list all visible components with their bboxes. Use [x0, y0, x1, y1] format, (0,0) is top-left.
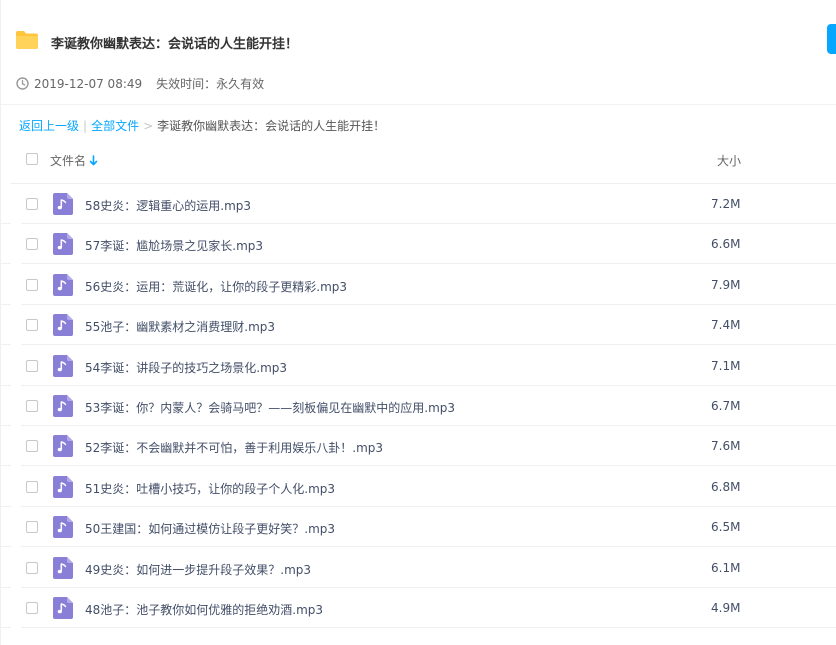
file-row[interactable]: 48池子：池子教你如何优雅的拒绝劝酒.mp3 4.9M — [1, 588, 836, 628]
breadcrumb-separator: | — [83, 118, 88, 133]
file-size: 7.2M — [711, 197, 741, 211]
audio-file-icon — [53, 354, 73, 377]
save-to-netdisk-button[interactable] — [827, 24, 836, 54]
file-name[interactable]: 52李诞：不会幽默并不可怕，善于利用娱乐八卦！.mp3 — [85, 439, 383, 456]
share-meta: 2019-12-07 08:49 失效时间：永久有效 — [16, 75, 264, 92]
file-name[interactable]: 54李诞：讲段子的技巧之场景化.mp3 — [85, 359, 287, 376]
file-size: 7.4M — [711, 318, 741, 333]
file-name[interactable]: 58史炎：逻辑重心的运用.mp3 — [85, 197, 251, 214]
file-checkbox[interactable] — [26, 521, 38, 534]
file-size: 6.1M — [711, 560, 741, 575]
file-checkbox[interactable] — [26, 480, 38, 493]
file-row[interactable]: 54李诞：讲段子的技巧之场景化.mp3 7.1M — [1, 346, 836, 386]
audio-file-icon — [53, 273, 73, 296]
file-size: 7.9M — [711, 277, 741, 292]
share-header: 李诞教你幽默表达：会说话的人生能开挂！ 2019-12-07 08:49 失效时… — [1, 0, 836, 105]
file-row[interactable]: 56史炎：运用：荒诞化，让你的段子更精彩.mp3 7.9M — [1, 265, 836, 305]
file-row[interactable]: 58史炎：逻辑重心的运用.mp3 7.2M — [1, 184, 836, 224]
folder-icon — [16, 31, 38, 49]
file-checkbox[interactable] — [26, 238, 38, 251]
file-size: 6.6M — [711, 237, 741, 252]
file-row[interactable]: 49史炎：如何进一步提升段子效果？.mp3 6.1M — [1, 548, 836, 588]
file-row[interactable]: 50王建国：如何通过模仿让段子更好笑？.mp3 6.5M — [1, 507, 836, 548]
file-name[interactable]: 55池子：幽默素材之消费理财.mp3 — [85, 318, 275, 335]
audio-file-icon — [53, 435, 73, 458]
file-size: 6.7M — [711, 399, 741, 413]
audio-file-icon — [53, 193, 73, 215]
audio-file-icon — [53, 597, 73, 619]
file-size: 4.9M — [711, 601, 741, 615]
file-checkbox[interactable] — [26, 400, 38, 412]
file-checkbox[interactable] — [26, 198, 38, 210]
file-row[interactable]: 57李诞：尴尬场景之见家长.mp3 6.6M — [1, 224, 836, 265]
select-all-checkbox[interactable] — [26, 153, 38, 165]
breadcrumb: 返回上一级 | 全部文件 > 李诞教你幽默表达：会说话的人生能开挂！ — [19, 117, 385, 134]
file-checkbox[interactable] — [26, 319, 38, 332]
file-name[interactable]: 53李诞：你？内蒙人？会骑马吧？——刻板偏见在幽默中的应用.mp3 — [85, 399, 455, 416]
file-row[interactable]: 53李诞：你？内蒙人？会骑马吧？——刻板偏见在幽默中的应用.mp3 6.7M — [1, 386, 836, 426]
file-name[interactable]: 51史炎：吐槽小技巧，让你的段子个人化.mp3 — [85, 480, 335, 497]
file-name[interactable]: 50王建国：如何通过模仿让段子更好笑？.mp3 — [85, 520, 335, 537]
file-row[interactable]: 51史炎：吐槽小技巧，让你的段子个人化.mp3 6.8M — [1, 467, 836, 507]
file-checkbox[interactable] — [26, 359, 38, 372]
file-name[interactable]: 48池子：池子教你如何优雅的拒绝劝酒.mp3 — [85, 601, 323, 618]
audio-file-icon — [53, 314, 73, 337]
file-checkbox[interactable] — [26, 561, 38, 574]
file-size: 6.5M — [711, 520, 741, 535]
column-size-label: 大小 — [717, 154, 742, 168]
share-time: 2019-12-07 08:49 — [34, 76, 143, 91]
expire-info: 失效时间：永久有效 — [156, 77, 265, 91]
clock-icon — [16, 77, 29, 90]
all-files-link[interactable]: 全部文件 — [91, 117, 139, 134]
file-checkbox[interactable] — [26, 278, 38, 291]
file-checkbox[interactable] — [26, 602, 38, 614]
audio-file-icon — [53, 395, 73, 417]
breadcrumb-chevron-icon: > — [143, 118, 154, 133]
file-list-header: 文件名 大小 — [1, 146, 836, 174]
share-page: 李诞教你幽默表达：会说话的人生能开挂！ 2019-12-07 08:49 失效时… — [0, 0, 836, 645]
audio-file-icon — [53, 556, 73, 579]
file-size: 6.8M — [711, 479, 741, 494]
audio-file-icon — [53, 475, 73, 498]
file-checkbox[interactable] — [26, 440, 38, 453]
file-size: 7.6M — [711, 439, 741, 454]
back-link[interactable]: 返回上一级 — [19, 117, 79, 134]
audio-file-icon — [53, 233, 73, 256]
share-title: 李诞教你幽默表达：会说话的人生能开挂！ — [51, 37, 299, 52]
column-name-label: 文件名 — [50, 154, 87, 168]
file-name[interactable]: 57李诞：尴尬场景之见家长.mp3 — [85, 237, 263, 254]
breadcrumb-current: 李诞教你幽默表达：会说话的人生能开挂！ — [157, 119, 386, 133]
file-row[interactable]: 55池子：幽默素材之消费理财.mp3 7.4M — [1, 305, 836, 346]
file-name[interactable]: 56史炎：运用：荒诞化，让你的段子更精彩.mp3 — [85, 278, 347, 295]
audio-file-icon — [53, 516, 73, 539]
file-row[interactable]: 52李诞：不会幽默并不可怕，善于利用娱乐八卦！.mp3 7.6M — [1, 426, 836, 467]
file-name[interactable]: 49史炎：如何进一步提升段子效果？.mp3 — [85, 561, 311, 578]
sort-down-arrow-icon — [89, 155, 98, 166]
file-size: 7.1M — [711, 358, 741, 373]
sort-by-name-button[interactable]: 文件名 — [50, 152, 98, 169]
